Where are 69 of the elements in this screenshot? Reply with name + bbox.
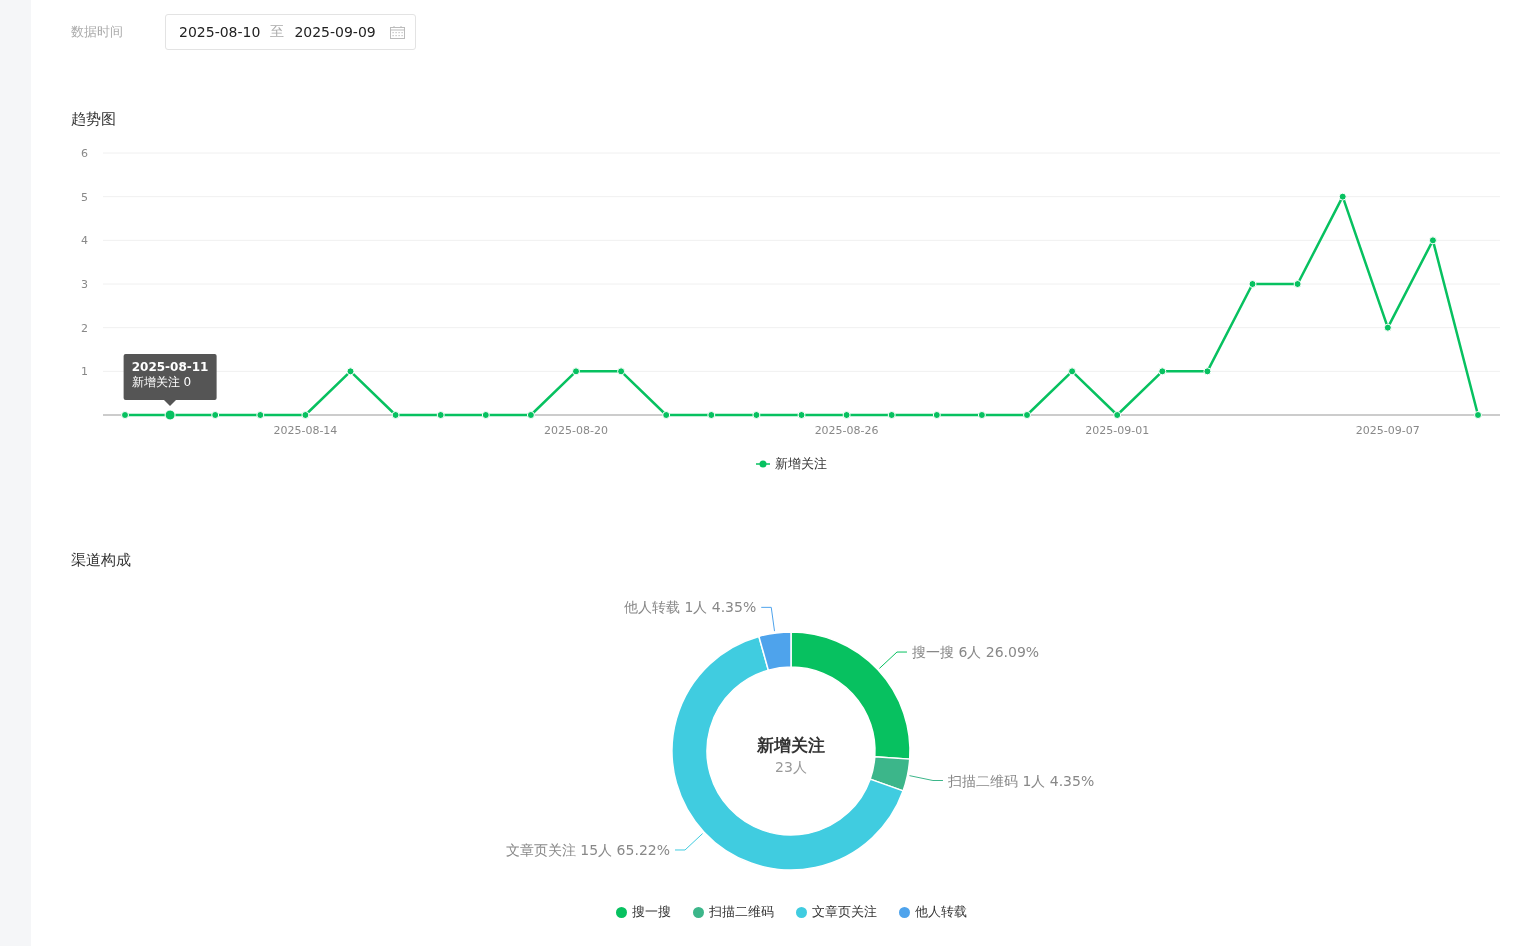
data-point[interactable] (797, 411, 806, 419)
data-point[interactable] (256, 411, 265, 419)
leader-line (878, 651, 908, 669)
axis-label: 5 (81, 190, 88, 204)
axis-label: 2025-08-14 (273, 424, 338, 437)
data-point[interactable] (932, 411, 941, 419)
data-point[interactable] (707, 411, 716, 419)
donut-slice[interactable] (758, 631, 792, 671)
tooltip: 2025-08-11 新增关注 0 (123, 354, 217, 400)
data-point[interactable] (662, 411, 671, 419)
axis-label: 2025-08-26 (814, 424, 879, 437)
legend-item[interactable]: 文章页关注 (795, 903, 877, 921)
data-point[interactable] (1248, 280, 1257, 288)
data-point[interactable] (1293, 280, 1302, 288)
data-point[interactable] (211, 411, 220, 419)
slice-label: 他人转载 1人 4.35% (623, 599, 757, 616)
leader-line (674, 833, 704, 851)
donut-center-total: 23人 (775, 759, 807, 775)
data-point[interactable] (526, 411, 535, 419)
slice-label: 扫描二维码 1人 4.35% (947, 772, 1095, 789)
axis-label: 3 (81, 278, 88, 291)
slice-label: 文章页关注 15人 65.22% (505, 841, 671, 858)
data-point[interactable] (391, 411, 400, 419)
slice-label: 搜一搜 6人 26.09% (911, 644, 1040, 661)
data-point[interactable] (617, 367, 626, 376)
axis-label: 2025-09-07 (1355, 424, 1420, 437)
data-point[interactable] (572, 367, 580, 376)
tooltip-pointer-icon (164, 400, 177, 406)
section-title: 渠道构成 (71, 551, 132, 571)
data-point[interactable] (164, 409, 176, 421)
section-title: 趋势图 (71, 110, 117, 130)
donut-slice[interactable] (671, 635, 904, 871)
donut-slice[interactable] (790, 631, 911, 760)
donut-center-title: 新增关注 (757, 735, 825, 755)
axis-label: 1 (81, 365, 88, 379)
data-point[interactable] (1068, 367, 1077, 376)
leader-line (908, 775, 944, 781)
axis-label: 2025-09-01 (1085, 424, 1150, 437)
data-point[interactable] (1338, 192, 1347, 201)
data-point[interactable] (1428, 236, 1437, 245)
data-point[interactable] (436, 411, 445, 419)
legend-item[interactable]: 搜一搜 (615, 903, 671, 921)
leader-line (760, 606, 775, 632)
filter-label: 数据时间 (71, 23, 124, 41)
legend-item[interactable]: 新增关注 (755, 455, 827, 473)
axis-label: 2025-08-20 (544, 424, 608, 437)
date-range-field[interactable]: 2025-08-10 至 2025-09-09 (165, 14, 416, 50)
data-point[interactable] (887, 411, 896, 419)
axis-label: 4 (81, 234, 88, 248)
data-point[interactable] (977, 411, 986, 419)
data-point[interactable] (481, 411, 490, 419)
data-point[interactable] (752, 411, 761, 419)
data-point[interactable] (121, 411, 129, 419)
data-point[interactable] (1023, 411, 1031, 419)
line-marker-icon (755, 460, 770, 468)
data-point[interactable] (301, 411, 310, 419)
data-point[interactable] (842, 411, 851, 419)
calendar-icon (389, 25, 405, 39)
legend-item[interactable]: 扫描二维码 (692, 903, 774, 921)
legend-item[interactable]: 他人转载 (898, 903, 967, 921)
data-point[interactable] (346, 367, 355, 376)
donut-slice[interactable] (869, 756, 911, 792)
axis-label: 2 (81, 321, 88, 335)
data-point[interactable] (1474, 411, 1482, 419)
axis-label: 6 (81, 147, 88, 160)
data-point[interactable] (1203, 367, 1212, 376)
data-point[interactable] (1158, 367, 1167, 376)
data-point[interactable] (1383, 323, 1392, 332)
data-point[interactable] (1113, 411, 1122, 419)
